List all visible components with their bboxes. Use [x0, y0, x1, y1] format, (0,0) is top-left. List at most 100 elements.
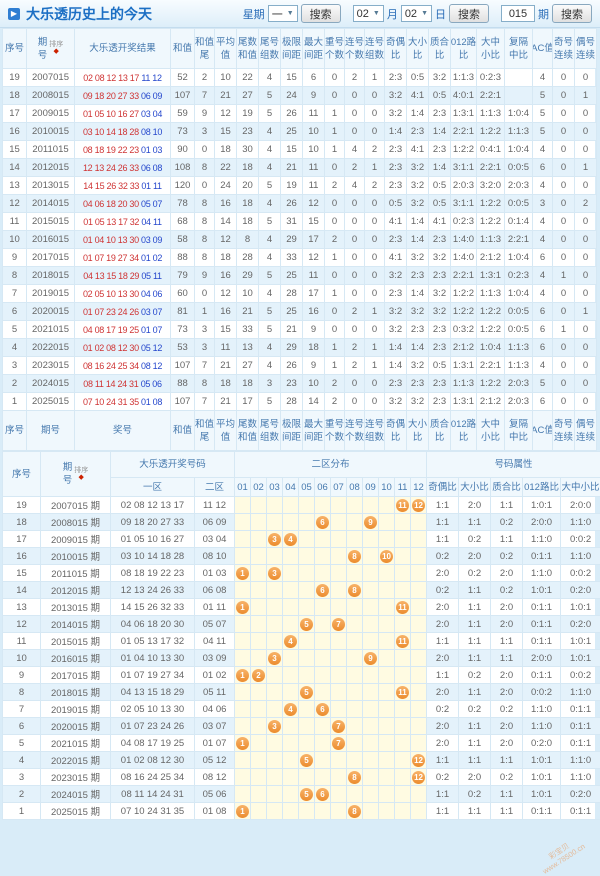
stat-cell: 4 — [259, 69, 281, 87]
issue-cell: 2010015 — [27, 123, 75, 141]
ball-cell — [363, 565, 379, 582]
ball-cell — [267, 684, 283, 701]
ball-cell — [331, 650, 347, 667]
issue-cell: 2013015 期 — [41, 599, 111, 616]
sort-icon[interactable]: 排序◆ — [74, 467, 88, 482]
column-header: 重号个数 — [325, 29, 345, 69]
back-numbers: 04 06 — [141, 289, 162, 299]
stat-cell: 15 — [303, 213, 325, 231]
ball-cell: 11 — [395, 497, 411, 514]
stat-cell: 1 — [365, 303, 385, 321]
stat-cell: 2:0:3 — [505, 393, 533, 411]
attr-cell: 1:1 — [459, 735, 491, 752]
seq-cell: 14 — [3, 159, 27, 177]
ball-cell — [395, 650, 411, 667]
stat-cell: 1:4:0 — [451, 249, 477, 267]
stat-cell: 5 — [259, 321, 281, 339]
ball-cell — [379, 599, 395, 616]
chevron-down-icon: ▼ — [287, 10, 294, 17]
seq-cell: 11 — [3, 213, 27, 231]
stat-cell: 12 — [303, 195, 325, 213]
stat-cell: 4:0:1 — [451, 87, 477, 105]
ball-cell — [363, 633, 379, 650]
ball-cell — [235, 633, 251, 650]
ball-cell — [379, 565, 395, 582]
attr-cell: 0:0:2 — [561, 667, 600, 684]
week-select[interactable]: 一 ▼ — [268, 5, 298, 22]
zone2-numbers: 01 08 — [195, 803, 235, 820]
stat-cell: 0 — [553, 249, 575, 267]
issue-cell: 2022015 — [27, 339, 75, 357]
stat-cell: 15 — [281, 141, 303, 159]
stat-cell: 0 — [195, 285, 215, 303]
attr-cell: 0:2:0 — [561, 616, 600, 633]
stat-cell: 0 — [365, 249, 385, 267]
sort-icon[interactable]: 排序◆ — [49, 41, 63, 56]
ball-cell — [267, 633, 283, 650]
attr-cell: 1:1 — [491, 497, 523, 514]
zone2-numbers: 04 06 — [195, 701, 235, 718]
column-header: 质合比 — [429, 411, 451, 451]
stat-cell: 1 — [325, 339, 345, 357]
stat-cell: 0:5 — [429, 195, 451, 213]
stat-cell: 1:0:4 — [477, 339, 505, 357]
draw-row: 7201901502 05 10 13 30 04 06600121042817… — [3, 285, 597, 303]
column-header: 奇偶比 — [385, 411, 407, 451]
month-select[interactable]: 02 ▼ — [353, 5, 384, 22]
issue-input[interactable] — [501, 5, 535, 22]
attr-cell: 1:1 — [491, 752, 523, 769]
issue-cell: 2008015 — [27, 87, 75, 105]
column-header: 复隔中比 — [505, 411, 533, 451]
stat-cell: 0 — [365, 321, 385, 339]
attr-cell: 1:1 — [459, 684, 491, 701]
stat-cell: 3:2 — [385, 393, 407, 411]
ball-cell — [315, 667, 331, 684]
stat-cell: 0 — [553, 141, 575, 159]
attr-cell: 2:0 — [427, 599, 459, 616]
attr-cell: 0:0:2 — [561, 565, 600, 582]
ball-cell — [331, 803, 347, 820]
column-header: 序号 — [3, 411, 27, 451]
number-ball: 7 — [332, 618, 345, 631]
draw-row: 19200701502 08 12 13 17 11 1252210224156… — [3, 69, 597, 87]
stat-cell: 10 — [237, 285, 259, 303]
ball-cell — [331, 514, 347, 531]
search-issue-button[interactable]: 搜索 — [552, 4, 592, 23]
stat-cell: 18 — [237, 195, 259, 213]
result-cell: 01 02 08 12 30 05 12 — [75, 339, 171, 357]
column-header: 二区 — [195, 478, 235, 497]
ball-cell — [267, 582, 283, 599]
column-header[interactable]: 期号排序◆ — [41, 452, 111, 497]
ball-cell — [251, 718, 267, 735]
column-header: 奇偶比 — [427, 478, 459, 497]
ball-cell — [363, 616, 379, 633]
search-date-button[interactable]: 搜索 — [449, 4, 489, 23]
day-select[interactable]: 02 ▼ — [401, 5, 432, 22]
number-ball: 11 — [396, 686, 409, 699]
ball-cell — [251, 752, 267, 769]
ball-cell — [299, 599, 315, 616]
stat-cell: 0 — [575, 357, 597, 375]
ball-cell: 1 — [235, 803, 251, 820]
ball-cell — [283, 650, 299, 667]
stat-cell: 21 — [215, 357, 237, 375]
column-header: 极限间距 — [281, 411, 303, 451]
column-header: 连号个数 — [345, 411, 365, 451]
week-select-value: 一 — [272, 6, 283, 22]
result-cell: 04 13 15 18 29 05 11 — [75, 267, 171, 285]
search-week-button[interactable]: 搜索 — [301, 4, 341, 23]
ball-cell — [395, 769, 411, 786]
stat-cell: 1 — [365, 159, 385, 177]
ball-cell: 8 — [347, 548, 363, 565]
date-search-group: 02 ▼ 月 02 ▼ 日 搜索 — [353, 4, 489, 23]
attr-cell: 1:1 — [491, 803, 523, 820]
column-header[interactable]: 期号排序◆ — [27, 29, 75, 69]
ball-cell: 7 — [331, 718, 347, 735]
zone1-numbers: 01 05 13 17 32 — [111, 633, 195, 650]
issue-search-group: 期 搜索 — [501, 4, 592, 23]
ball-cell — [235, 548, 251, 565]
number-ball: 1 — [236, 805, 249, 818]
ball-cell — [331, 667, 347, 684]
column-header: 二区分布 — [235, 452, 427, 478]
stat-cell: 2:3 — [385, 231, 407, 249]
